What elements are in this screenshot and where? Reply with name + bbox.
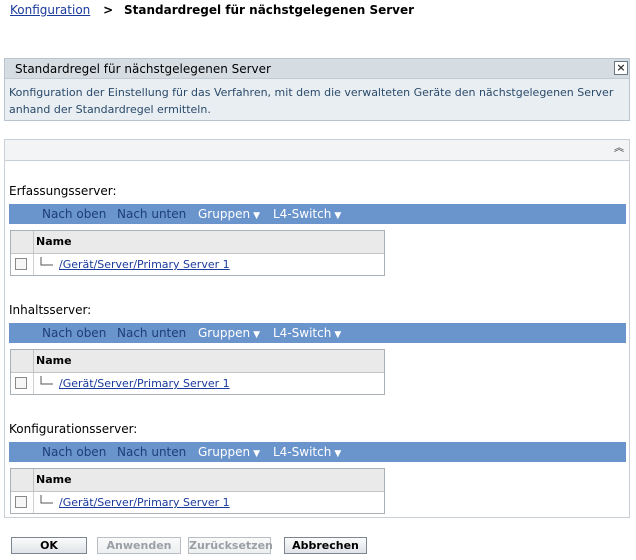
move-down-button[interactable]: Nach unten <box>117 204 186 224</box>
l4switch-menu-label: L4-Switch <box>273 445 332 459</box>
breadcrumb: Konfiguration > Standardregel für nächst… <box>10 3 414 17</box>
groups-menu-label: Gruppen <box>198 445 251 459</box>
tree-connector-icon <box>40 376 53 385</box>
table-row: /Gerät/Server/Primary Server 1 <box>11 254 384 275</box>
chevron-down-icon: ▼ <box>253 330 260 340</box>
groups-menu[interactable]: Gruppen ▼ <box>198 323 260 345</box>
tree-connector-icon <box>40 257 53 266</box>
row-checkbox[interactable] <box>15 258 27 270</box>
server-link[interactable]: /Gerät/Server/Primary Server 1 <box>59 254 230 275</box>
info-panel-title: Standardregel für nächstgelegenen Server <box>5 59 629 79</box>
column-header-name[interactable]: Name <box>36 231 72 253</box>
breadcrumb-link-konfiguration[interactable]: Konfiguration <box>10 3 90 17</box>
l4switch-menu[interactable]: L4-Switch ▼ <box>273 204 341 226</box>
info-panel-description: Konfiguration der Einstellung für das Ve… <box>9 86 614 116</box>
toolbar-inhaltsserver: Nach oben Nach unten Gruppen ▼ L4-Switch ▼ <box>9 323 626 343</box>
row-checkbox[interactable] <box>15 496 27 508</box>
l4switch-menu-label: L4-Switch <box>273 326 332 340</box>
main-panel: ︽ Erfassungsserver: Nach oben Nach unten… <box>4 139 630 518</box>
section-label-erfassungsserver: Erfassungsserver: <box>9 184 117 198</box>
l4switch-menu-label: L4-Switch <box>273 207 332 221</box>
groups-menu[interactable]: Gruppen ▼ <box>198 204 260 226</box>
chevron-down-icon: ▼ <box>253 211 260 221</box>
reset-button[interactable]: Zurücksetzen <box>188 537 273 554</box>
server-table-inhaltsserver: Name /Gerät/Server/Primary Server 1 <box>10 349 385 395</box>
groups-menu-label: Gruppen <box>198 326 251 340</box>
breadcrumb-separator: > <box>103 3 114 17</box>
column-header-name[interactable]: Name <box>36 469 72 491</box>
apply-button[interactable]: Anwenden <box>97 537 181 554</box>
groups-menu[interactable]: Gruppen ▼ <box>198 442 260 464</box>
select-column-header <box>11 231 34 253</box>
toolbar-konfigurationsserver: Nach oben Nach unten Gruppen ▼ L4-Switch ▼ <box>9 442 626 462</box>
table-header: Name <box>11 350 384 373</box>
tree-connector-icon <box>40 495 53 504</box>
server-table-konfigurationsserver: Name /Gerät/Server/Primary Server 1 <box>10 468 385 514</box>
collapse-icon[interactable]: ︽ <box>612 142 626 156</box>
ok-button[interactable]: OK <box>11 537 87 554</box>
move-down-button[interactable]: Nach unten <box>117 442 186 462</box>
close-icon[interactable]: × <box>614 61 628 75</box>
column-header-name[interactable]: Name <box>36 350 72 372</box>
main-panel-header: ︽ <box>5 140 629 161</box>
move-down-button[interactable]: Nach unten <box>117 323 186 343</box>
cancel-button[interactable]: Abbrechen <box>284 537 367 554</box>
chevron-down-icon: ▼ <box>334 449 342 459</box>
table-row: /Gerät/Server/Primary Server 1 <box>11 492 384 513</box>
table-row: /Gerät/Server/Primary Server 1 <box>11 373 384 394</box>
table-header: Name <box>11 469 384 492</box>
breadcrumb-current: Standardregel für nächstgelegenen Server <box>124 3 415 17</box>
section-label-konfigurationsserver: Konfigurationsserver: <box>9 422 138 436</box>
server-link[interactable]: /Gerät/Server/Primary Server 1 <box>59 492 230 513</box>
move-up-button[interactable]: Nach oben <box>42 442 106 462</box>
row-checkbox[interactable] <box>15 377 27 389</box>
toolbar-erfassungsserver: Nach oben Nach unten Gruppen ▼ L4-Switch ▼ <box>9 204 626 224</box>
l4switch-menu[interactable]: L4-Switch ▼ <box>273 323 341 345</box>
chevron-down-icon: ▼ <box>253 449 260 459</box>
chevron-down-icon: ▼ <box>334 330 342 340</box>
table-header: Name <box>11 231 384 254</box>
move-up-button[interactable]: Nach oben <box>42 204 106 224</box>
info-panel: Standardregel für nächstgelegenen Server… <box>4 58 630 121</box>
server-table-erfassungsserver: Name /Gerät/Server/Primary Server 1 <box>10 230 385 276</box>
l4switch-menu[interactable]: L4-Switch ▼ <box>273 442 341 464</box>
chevron-down-icon: ▼ <box>334 211 342 221</box>
move-up-button[interactable]: Nach oben <box>42 323 106 343</box>
section-label-inhaltsserver: Inhaltsserver: <box>9 303 92 317</box>
server-link[interactable]: /Gerät/Server/Primary Server 1 <box>59 373 230 394</box>
select-column-header <box>11 350 34 372</box>
groups-menu-label: Gruppen <box>198 207 251 221</box>
select-column-header <box>11 469 34 491</box>
